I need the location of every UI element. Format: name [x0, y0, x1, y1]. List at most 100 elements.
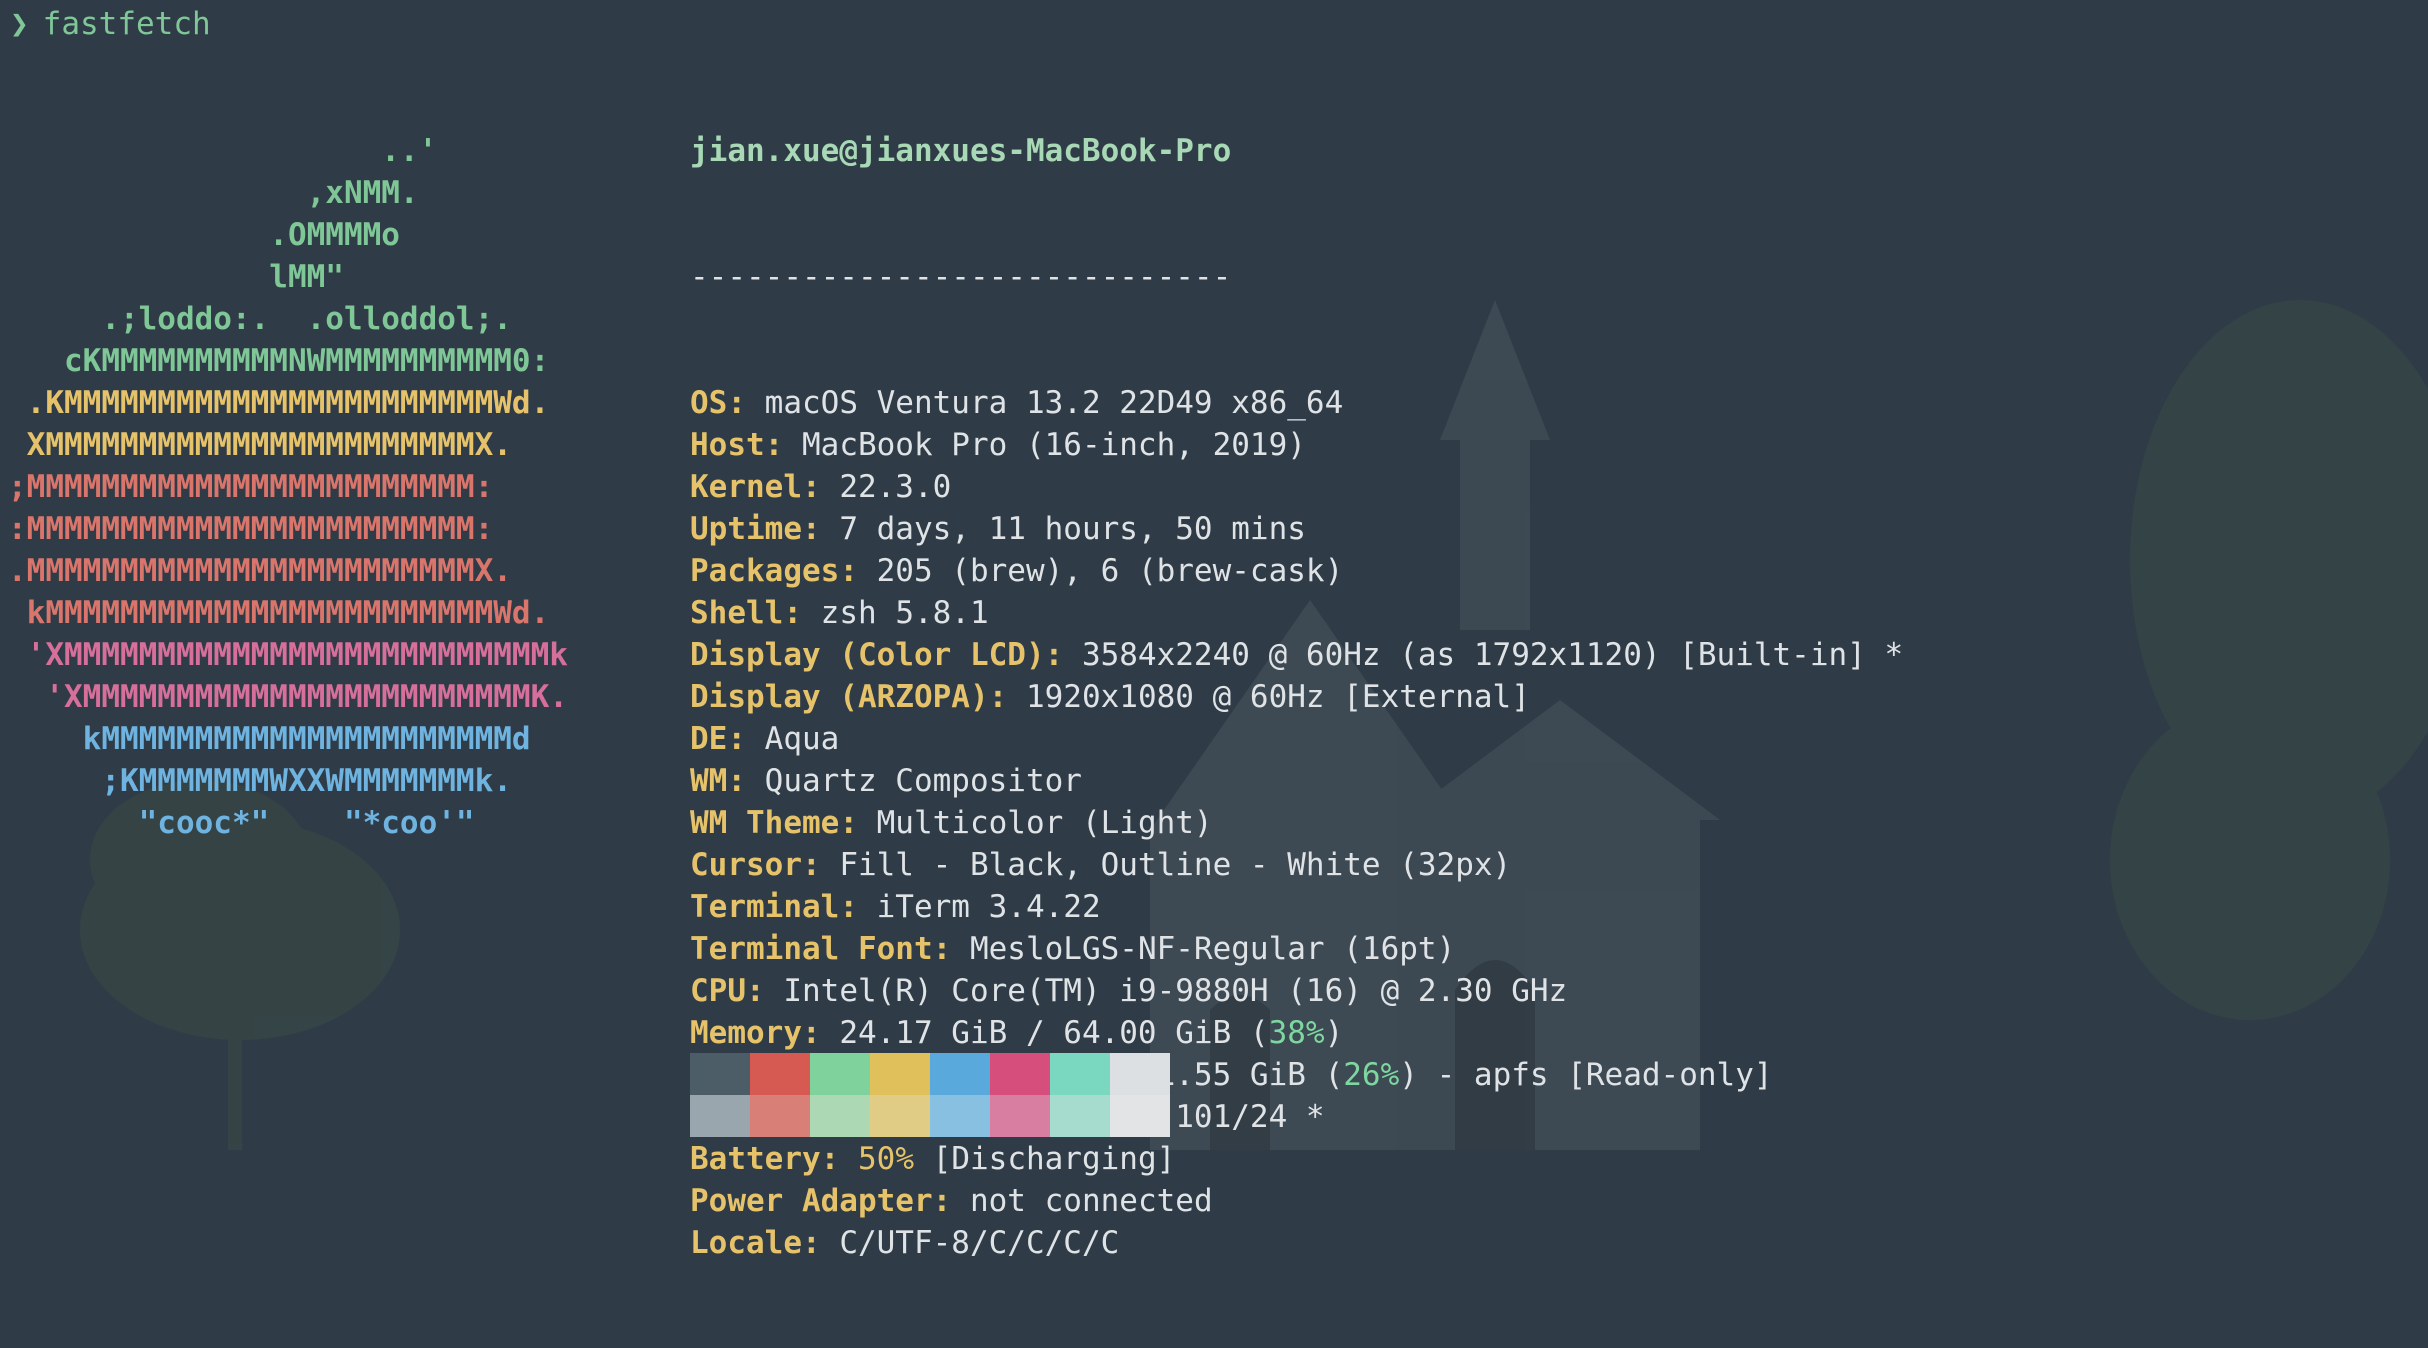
- key-colon: :: [932, 1183, 952, 1219]
- info-row: Display (ARZOPA): 1920x1080 @ 60Hz [Exte…: [690, 676, 1903, 718]
- color-swatch: [810, 1053, 870, 1095]
- key-colon: :: [727, 721, 746, 757]
- info-key: CPU: [690, 973, 746, 1009]
- logo-line: ,xNMM.: [8, 175, 419, 211]
- info-value: iTerm 3.4.22: [857, 889, 1101, 925]
- color-palette: [690, 1053, 1170, 1137]
- battery-percent: 50%: [858, 1141, 914, 1177]
- user-host-title: jian.xue@jianxues-MacBook-Pro: [690, 133, 1232, 169]
- info-value: MacBook Pro (16-inch, 2019): [783, 427, 1306, 463]
- key-colon: :: [727, 763, 746, 799]
- info-row: Kernel: 22.3.0: [690, 466, 1903, 508]
- color-swatch: [810, 1095, 870, 1137]
- info-key: Power Adapter: [690, 1183, 933, 1219]
- logo-line: ..': [8, 133, 438, 169]
- logo-line: .;loddo:. .olloddol;.: [8, 301, 512, 337]
- key-colon: :: [801, 1225, 821, 1261]
- logo-line: :MMMMMMMMMMMMMMMMMMMMMMMM:: [8, 511, 494, 547]
- color-swatch: [870, 1053, 930, 1095]
- info-value: 22.3.0: [820, 469, 952, 505]
- command-prompt: ❯ fastfetch: [10, 4, 211, 44]
- color-swatch: [930, 1053, 990, 1095]
- info-value: not connected: [951, 1183, 1213, 1219]
- info-value: C/UTF-8/C/C/C/C: [820, 1225, 1120, 1261]
- info-key: WM Theme: [690, 805, 840, 841]
- info-row: Locale: C/UTF-8/C/C/C/C: [690, 1222, 1903, 1264]
- info-row: Display (Color LCD): 3584x2240 @ 60Hz (a…: [690, 634, 1903, 676]
- info-row: Terminal Font: MesloLGS-NF-Regular (16pt…: [690, 928, 1903, 970]
- info-row: WM: Quartz Compositor: [690, 760, 1903, 802]
- info-key: Host: [690, 427, 765, 463]
- info-key: Cursor: [690, 847, 802, 883]
- command-text: fastfetch: [42, 6, 211, 42]
- logo-line: 'XMMMMMMMMMMMMMMMMMMMMMMMMMMk: [8, 637, 568, 673]
- logo-line: .OMMMMo: [8, 217, 400, 253]
- key-colon: :: [746, 973, 765, 1009]
- terminal-window: ❯ fastfetch ..' ,xNMM. .OMMMMo lMM" .;lod…: [0, 0, 2428, 1261]
- color-swatch: [990, 1053, 1050, 1095]
- info-row: CPU: Intel(R) Core(TM) i9-9880H (16) @ 2…: [690, 970, 1903, 1012]
- info-row: Packages: 205 (brew), 6 (brew-cask): [690, 550, 1903, 592]
- color-swatch: [870, 1095, 930, 1137]
- info-key: Display (Color LCD): [690, 637, 1045, 673]
- logo-line: .KMMMMMMMMMMMMMMMMMMMMMMMWd.: [8, 385, 550, 421]
- info-row: Shell: zsh 5.8.1: [690, 592, 1903, 634]
- info-key: DE: [690, 721, 728, 757]
- prompt-chevron-icon: ❯: [10, 6, 29, 42]
- logo-line: XMMMMMMMMMMMMMMMMMMMMMMMX.: [8, 427, 512, 463]
- info-key: Packages: [690, 553, 840, 589]
- info-row: Memory: 24.17 GiB / 64.00 GiB (38%): [690, 1012, 1903, 1054]
- key-colon: :: [839, 889, 858, 925]
- key-colon: :: [1044, 637, 1064, 673]
- info-key: Terminal Font: [690, 931, 933, 967]
- info-value: macOS Ventura 13.2 22D49 x86_64: [746, 385, 1344, 421]
- info-key: Locale: [690, 1225, 802, 1261]
- key-colon: :: [727, 385, 746, 421]
- logo-line: kMMMMMMMMMMMMMMMMMMMMMMd: [8, 721, 531, 757]
- logo-line: ;MMMMMMMMMMMMMMMMMMMMMMMM:: [8, 469, 494, 505]
- logo-line: cKMMMMMMMMMMNWMMMMMMMMMM0:: [8, 343, 550, 379]
- key-colon: :: [783, 595, 802, 631]
- info-row: Host: MacBook Pro (16-inch, 2019): [690, 424, 1903, 466]
- info-key: Uptime: [690, 511, 802, 547]
- logo-line: 'XMMMMMMMMMMMMMMMMMMMMMMMMK.: [8, 679, 568, 715]
- info-value: Aqua: [746, 721, 840, 757]
- info-key: Battery: [690, 1141, 821, 1177]
- info-key: Memory: [690, 1015, 802, 1051]
- color-swatch: [750, 1053, 810, 1095]
- color-swatch: [750, 1095, 810, 1137]
- info-value-tail: [Discharging]: [914, 1141, 1176, 1177]
- key-colon: :: [988, 679, 1008, 715]
- info-key: WM: [690, 763, 728, 799]
- info-row: WM Theme: Multicolor (Light): [690, 802, 1903, 844]
- info-row: Power Adapter: not connected: [690, 1180, 1903, 1222]
- logo-line: ;KMMMMMMMWXXWMMMMMMMk.: [8, 763, 512, 799]
- info-key: Shell: [690, 595, 784, 631]
- logo-line: kMMMMMMMMMMMMMMMMMMMMMMMMWd.: [8, 595, 550, 631]
- info-row: Terminal: iTerm 3.4.22: [690, 886, 1903, 928]
- info-value: 205 (brew), 6 (brew-cask): [857, 553, 1344, 589]
- info-value: 7 days, 11 hours, 50 mins: [820, 511, 1306, 547]
- key-colon: :: [839, 805, 858, 841]
- info-key: Display (ARZOPA): [690, 679, 989, 715]
- info-value: Multicolor (Light): [857, 805, 1213, 841]
- info-value: 1920x1080 @ 60Hz [External]: [1007, 679, 1530, 715]
- key-colon: :: [820, 1141, 840, 1177]
- system-info: jian.xue@jianxues-MacBook-Pro ----------…: [690, 46, 1903, 1348]
- color-swatch: [990, 1095, 1050, 1137]
- info-key: Kernel: [690, 469, 802, 505]
- color-swatch: [930, 1095, 990, 1137]
- key-colon: :: [801, 847, 821, 883]
- color-swatch: [1110, 1095, 1170, 1137]
- color-swatch: [1110, 1053, 1170, 1095]
- logo-line: lMM": [8, 259, 344, 295]
- palette-row-bright: [690, 1095, 1170, 1137]
- info-value: [839, 1141, 858, 1177]
- title-separator: -----------------------------: [690, 259, 1232, 295]
- info-value: 24.17 GiB / 64.00 GiB (: [820, 1015, 1269, 1051]
- info-row: Cursor: Fill - Black, Outline - White (3…: [690, 844, 1903, 886]
- info-row: OS: macOS Ventura 13.2 22D49 x86_64: [690, 382, 1903, 424]
- color-swatch: [1050, 1053, 1110, 1095]
- info-value: Intel(R) Core(TM) i9-9880H (16) @ 2.30 G…: [764, 973, 1568, 1009]
- key-colon: :: [801, 469, 821, 505]
